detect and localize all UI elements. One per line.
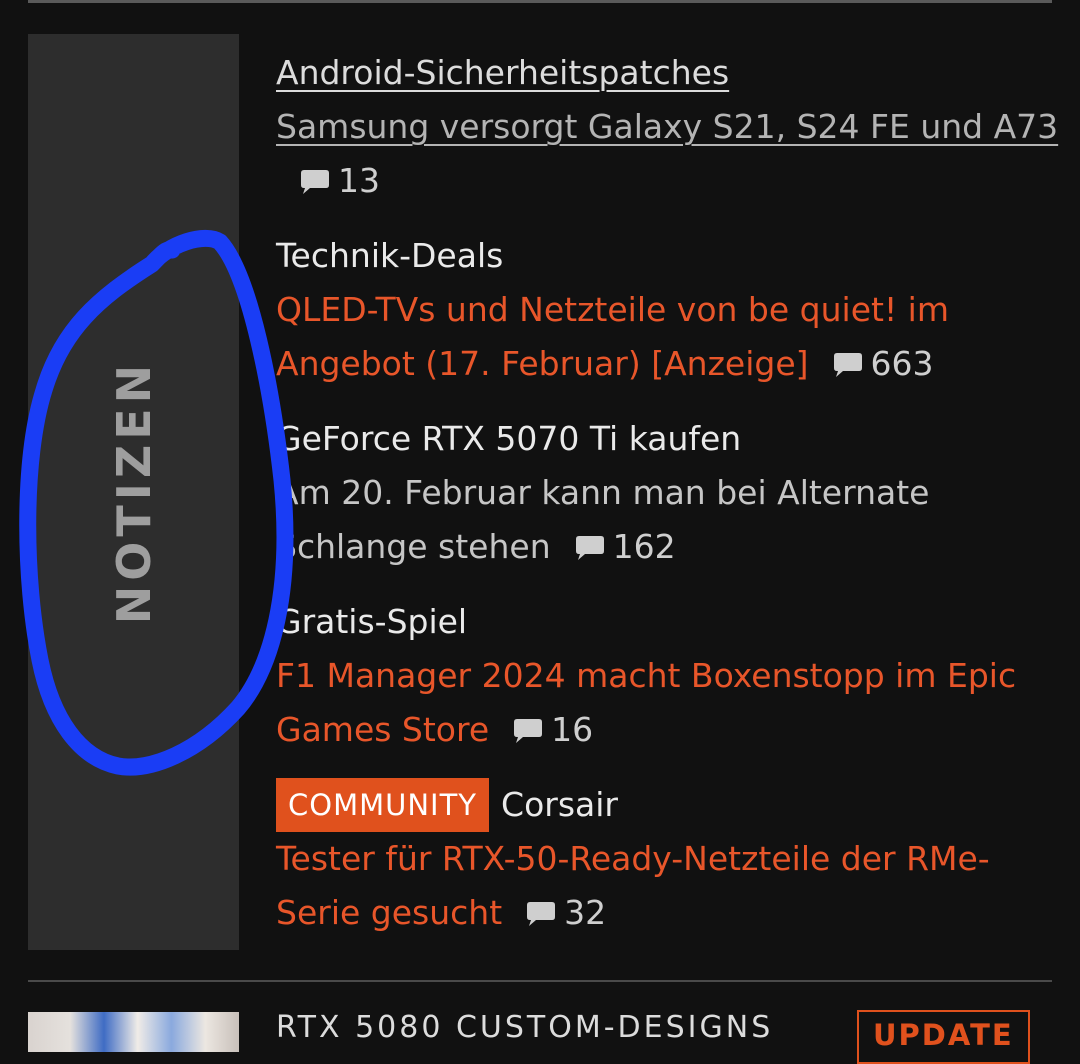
notes-label: NOTIZEN <box>107 359 161 625</box>
news-headline-link[interactable]: QLED-TVs und Netzteile von be quiet! im … <box>276 283 1066 391</box>
comment-icon <box>575 536 604 560</box>
comment-count-value: 32 <box>564 893 607 932</box>
comment-count-value: 663 <box>870 344 934 383</box>
top-divider <box>28 0 1052 3</box>
news-list: Android-Sicherheitspatches Samsung verso… <box>276 46 1066 961</box>
news-kicker-row: COMMUNITY Corsair <box>276 778 1066 832</box>
news-headline[interactable]: Tester für RTX-50-Ready-Netzteile der RM… <box>276 839 990 932</box>
next-article-title[interactable]: RTX 5080 CUSTOM-DESIGNS <box>276 1010 773 1045</box>
community-badge: COMMUNITY <box>276 778 490 832</box>
news-headline-link[interactable]: Samsung versorgt Galaxy S21, S24 FE und … <box>276 100 1066 208</box>
news-item: COMMUNITY Corsair Tester für RTX-50-Ready… <box>276 778 1066 940</box>
news-item: Gratis-Spiel F1 Manager 2024 macht Boxen… <box>276 595 1066 757</box>
comment-count-value: 13 <box>338 161 380 200</box>
news-item: Technik-Deals QLED-TVs und Netzteile von… <box>276 229 1066 391</box>
next-article-thumbnail[interactable] <box>28 1012 239 1052</box>
news-headline-link[interactable]: F1 Manager 2024 macht Boxenstopp im Epic… <box>276 649 1066 757</box>
news-kicker: Corsair <box>501 785 618 824</box>
news-item: Android-Sicherheitspatches Samsung verso… <box>276 46 1066 208</box>
news-headline[interactable]: F1 Manager 2024 macht Boxenstopp im Epic… <box>276 656 1016 749</box>
comment-count[interactable]: 13 <box>300 154 380 208</box>
comment-count-value: 16 <box>551 710 594 749</box>
comment-icon <box>301 170 329 194</box>
section-divider <box>28 980 1052 982</box>
comment-count[interactable]: 162 <box>575 520 676 574</box>
update-badge: UPDATE <box>857 1010 1030 1064</box>
news-headline-link[interactable]: Am 20. Februar kann man bei Alternate Sc… <box>276 466 1066 574</box>
news-kicker[interactable]: Android-Sicherheitspatches <box>276 46 1066 100</box>
news-kicker: GeForce RTX 5070 Ti kaufen <box>276 419 742 458</box>
comment-count[interactable]: 32 <box>526 886 606 940</box>
comment-icon <box>833 353 862 377</box>
news-kicker: Gratis-Spiel <box>276 602 468 641</box>
news-item: GeForce RTX 5070 Ti kaufen Am 20. Februa… <box>276 412 1066 574</box>
news-headline[interactable]: Samsung versorgt Galaxy S21, S24 FE und … <box>276 107 1058 146</box>
news-kicker: Technik-Deals <box>276 236 504 275</box>
comment-count[interactable]: 663 <box>833 337 934 391</box>
news-headline-link[interactable]: Tester für RTX-50-Ready-Netzteile der RM… <box>276 832 1066 940</box>
comment-icon <box>527 902 556 926</box>
comment-count[interactable]: 16 <box>513 703 593 757</box>
comment-icon <box>514 719 543 743</box>
comment-count-value: 162 <box>612 527 676 566</box>
